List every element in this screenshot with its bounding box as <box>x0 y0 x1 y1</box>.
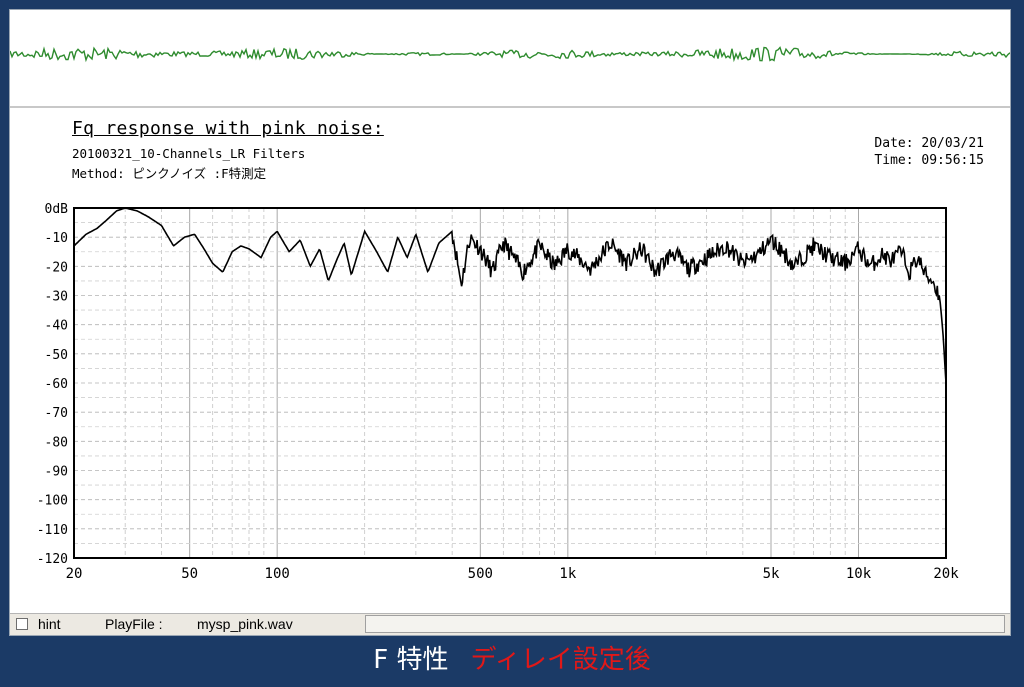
y-tick-label: -110 <box>37 523 68 538</box>
x-tick-label: 20k <box>933 566 959 582</box>
hint-checkbox[interactable] <box>16 618 28 630</box>
report-area: Fq response with pink noise: 20100321_10… <box>10 108 1010 613</box>
playfile-value: mysp_pink.wav <box>197 616 293 632</box>
x-tick-label: 500 <box>468 566 493 582</box>
waveform-trace <box>9 46 1011 63</box>
y-tick-label: -80 <box>45 435 68 450</box>
x-tick-label: 50 <box>181 566 198 582</box>
x-tick-label: 100 <box>265 566 290 582</box>
status-bar: hint PlayFile : mysp_pink.wav <box>10 613 1010 635</box>
caption-main: F 特性 <box>373 645 449 675</box>
y-tick-label: -70 <box>45 406 68 421</box>
x-tick-label: 10k <box>846 566 872 582</box>
x-tick-label: 1k <box>559 566 576 582</box>
status-message-field <box>365 615 1005 633</box>
y-tick-label: -20 <box>45 260 68 275</box>
waveform-strip <box>9 10 1011 108</box>
y-tick-label: -100 <box>37 494 68 509</box>
y-tick-label: -40 <box>45 319 68 334</box>
y-tick-label: -30 <box>45 290 68 305</box>
playfile-label: PlayFile : <box>105 616 163 632</box>
caption-accent: ディレイ設定後 <box>470 645 651 675</box>
y-tick-label: -50 <box>45 348 68 363</box>
x-tick-label: 5k <box>763 566 780 582</box>
y-tick-label: -120 <box>37 552 68 567</box>
y-tick-label: 0dB <box>45 202 69 217</box>
slide-caption: F 特性 ディレイ設定後 <box>0 644 1024 676</box>
y-tick-label: -90 <box>45 465 68 480</box>
analyzer-window: Fq response with pink noise: 20100321_10… <box>9 9 1011 636</box>
hint-label: hint <box>38 616 61 632</box>
y-tick-label: -60 <box>45 377 68 392</box>
waveform-display <box>9 46 1011 63</box>
y-tick-label: -10 <box>45 231 68 246</box>
x-tick-label: 20 <box>66 566 83 582</box>
frequency-response-chart: 0dB -10 -20 -30 -40 -50 -60 -70 -80 -90 -100 -110 -1… <box>37 202 960 582</box>
